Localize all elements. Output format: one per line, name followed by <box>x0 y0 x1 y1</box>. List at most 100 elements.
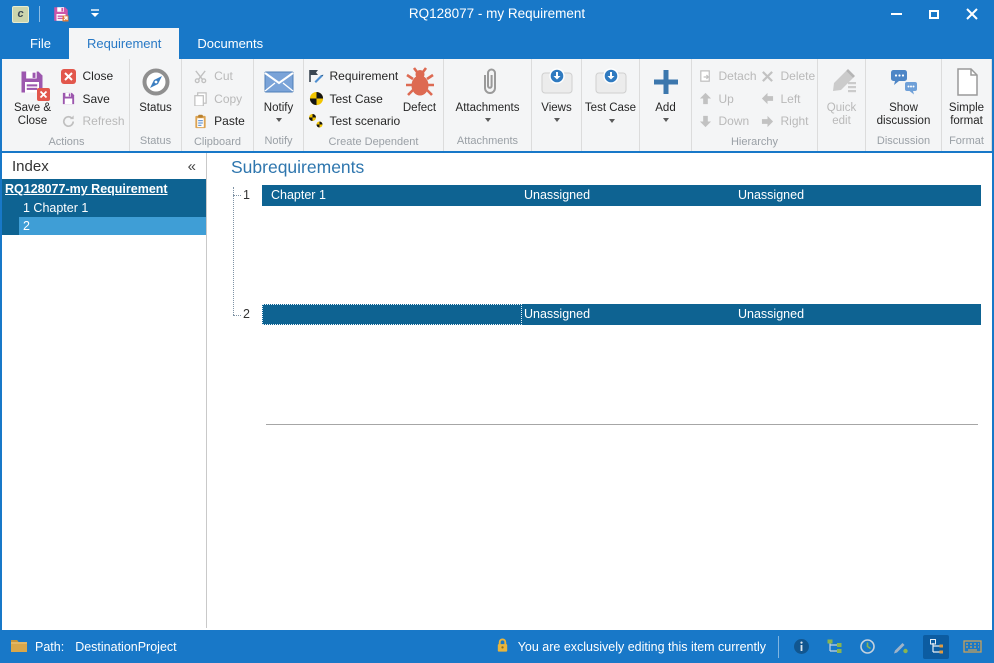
group-label-quick-edit <box>818 134 865 151</box>
save-button[interactable]: Save <box>60 89 124 109</box>
close-item-button[interactable]: Close <box>60 66 124 86</box>
statusbar-history-icon[interactable] <box>857 637 877 657</box>
window-controls <box>882 4 986 24</box>
views-button[interactable]: Views <box>535 63 579 122</box>
quick-access-dropdown-icon[interactable] <box>84 3 106 25</box>
paperclip-icon <box>473 65 503 99</box>
quick-save-button[interactable] <box>50 3 72 25</box>
row-index: 1 <box>243 185 257 206</box>
folder-icon <box>10 638 28 656</box>
group-label-hierarchy: Hierarchy <box>692 135 817 151</box>
maximize-button[interactable] <box>920 4 948 24</box>
ribbon-group-actions: Save & Close Close Save Refresh <box>4 59 130 151</box>
left-arrow-icon <box>759 90 776 107</box>
detach-icon <box>697 68 714 85</box>
right-button: Right <box>759 111 815 131</box>
row-assignee-2[interactable]: Unassigned <box>738 304 804 325</box>
ribbon-group-hierarchy: Detach Up Down Delete <box>692 59 818 151</box>
tree-guide-line <box>233 187 234 315</box>
row-title[interactable]: Chapter 1 <box>271 185 326 206</box>
close-icon <box>966 8 978 20</box>
page-title: Subrequirements <box>231 157 364 178</box>
show-discussion-button[interactable]: Show discussion <box>869 63 939 128</box>
attachments-button[interactable]: Attachments <box>447 63 529 122</box>
close-item-icon <box>60 68 77 85</box>
row-assignee-1[interactable]: Unassigned <box>524 304 590 325</box>
ribbon-group-attachments: Attachments Attachments <box>444 59 532 151</box>
selected-title-cell[interactable] <box>262 304 522 325</box>
ribbon-group-test-case: Test Case <box>582 59 640 151</box>
group-label-attachments: Attachments <box>444 134 531 151</box>
create-requirement-button[interactable]: Requirement <box>308 66 396 86</box>
requirement-icon <box>308 68 325 85</box>
statusbar-keyboard-icon[interactable] <box>962 637 982 657</box>
maximize-icon <box>929 10 939 19</box>
document-icon <box>954 65 980 99</box>
exclusive-edit-message: You are exclusively editing this item cu… <box>518 640 766 654</box>
group-label-views <box>532 134 581 151</box>
group-label-notify: Notify <box>254 134 303 151</box>
tree-guide-stub <box>233 195 241 196</box>
tab-documents[interactable]: Documents <box>179 28 281 59</box>
status-button[interactable]: Status <box>133 63 179 115</box>
subrequirement-row-selected[interactable]: Unassigned Unassigned <box>262 304 981 325</box>
left-button: Left <box>759 89 815 109</box>
dropdown-arrow-icon <box>663 118 669 122</box>
tab-requirement[interactable]: Requirement <box>69 28 179 59</box>
window-title: RQ128077 - my Requirement <box>0 6 994 21</box>
row-assignee-1[interactable]: Unassigned <box>524 185 590 206</box>
create-defect-button[interactable]: Defect <box>398 63 442 115</box>
close-badge-icon <box>37 88 50 101</box>
tree-indent <box>2 217 19 235</box>
group-label-discussion: Discussion <box>866 134 941 151</box>
status-compass-icon <box>141 65 171 99</box>
simple-format-button[interactable]: Simple format <box>944 63 990 128</box>
test-scenario-icon <box>308 113 325 130</box>
ribbon-tabs: File Requirement Documents <box>0 28 994 59</box>
ribbon-group-discussion: Show discussion Discussion <box>866 59 942 151</box>
ribbon-group-add: Add <box>640 59 692 151</box>
tree-item-root[interactable]: RQ128077-my Requirement <box>2 179 206 199</box>
notify-button[interactable]: Notify <box>257 63 301 122</box>
path-label: Path: <box>35 640 64 654</box>
mail-icon <box>264 65 294 99</box>
minimize-button[interactable] <box>882 4 910 24</box>
create-test-case-button[interactable]: Test Case <box>308 89 396 109</box>
ribbon-group-notify: Notify Notify <box>254 59 304 151</box>
bug-icon <box>404 65 436 99</box>
statusbar-structure-icon[interactable] <box>923 635 949 659</box>
discussion-bubbles-icon <box>888 65 920 99</box>
test-case-dropdown-button[interactable]: Test Case <box>585 63 637 128</box>
app-icon-letter: c <box>17 8 23 20</box>
collapse-sidebar-icon[interactable]: « <box>188 158 196 175</box>
subrequirement-row[interactable]: Chapter 1 Unassigned Unassigned <box>262 185 981 206</box>
refresh-button: Refresh <box>60 111 124 131</box>
tab-file[interactable]: File <box>12 28 69 59</box>
paste-button[interactable]: Paste <box>192 111 245 131</box>
add-button[interactable]: Add <box>643 63 689 122</box>
statusbar-hierarchy-icon[interactable] <box>824 637 844 657</box>
group-label-actions: Actions <box>4 135 129 151</box>
save-and-close-button[interactable]: Save & Close <box>8 63 56 128</box>
tree-item-2[interactable]: 2 <box>2 217 206 235</box>
row-assignee-2[interactable]: Unassigned <box>738 185 804 206</box>
row-index: 2 <box>243 304 257 325</box>
up-arrow-icon <box>697 90 714 107</box>
statusbar-info-icon[interactable] <box>791 637 811 657</box>
create-test-scenario-button[interactable]: Test scenario <box>308 111 396 131</box>
save-icon <box>60 90 77 107</box>
views-icon <box>540 65 574 99</box>
down-arrow-icon <box>697 113 714 130</box>
right-arrow-icon <box>759 113 776 130</box>
dropdown-arrow-icon <box>609 119 615 123</box>
group-label-create-dependent: Create Dependent <box>304 135 443 151</box>
tree-item-chapter-1[interactable]: 1 Chapter 1 <box>2 199 206 217</box>
ribbon-group-clipboard: Cut Copy Paste Clipboard <box>182 59 254 151</box>
close-button[interactable] <box>958 4 986 24</box>
app-icon[interactable]: c <box>12 6 29 23</box>
group-label-status: Status <box>130 134 181 151</box>
quick-edit-icon <box>827 65 857 99</box>
index-sidebar: Index « RQ128077-my Requirement 1 Chapte… <box>2 153 207 628</box>
section-divider <box>266 424 978 425</box>
statusbar-signature-icon[interactable] <box>890 637 910 657</box>
